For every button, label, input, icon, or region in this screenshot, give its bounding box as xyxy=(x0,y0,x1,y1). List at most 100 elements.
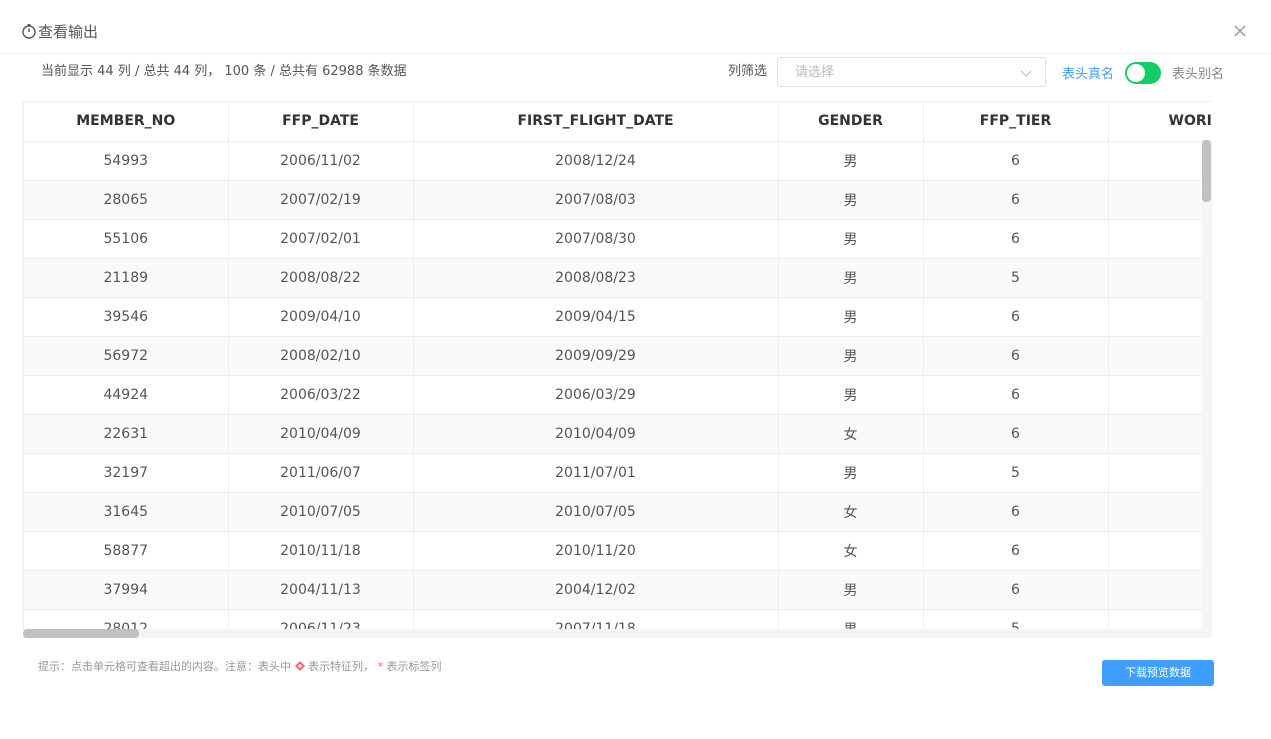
table-cell[interactable]: 2004/11/13 xyxy=(228,570,414,610)
table-cell[interactable]: 6 xyxy=(923,492,1109,532)
table-cell[interactable]: 32197 xyxy=(24,453,229,493)
table-cell[interactable]: 男 xyxy=(778,258,924,298)
table-cell[interactable]: 2011/07/01 xyxy=(413,453,779,493)
table-cell[interactable]: 2006/11/02 xyxy=(228,141,414,181)
table-cell[interactable]: 男 xyxy=(778,141,924,181)
table-cell[interactable]: 6 xyxy=(923,180,1109,220)
table-cell[interactable]: 28065 xyxy=(24,180,229,220)
table-cell[interactable]: 6 xyxy=(923,375,1109,415)
table-cell[interactable]: 2008/02/10 xyxy=(228,336,414,376)
table-cell[interactable]: 56972 xyxy=(24,336,229,376)
table-cell[interactable]: 2010/07/05 xyxy=(228,492,414,532)
table-cell[interactable]: 2010/11/18 xyxy=(228,531,414,571)
column-filter-select[interactable]: 请选择 xyxy=(777,57,1046,87)
table-cell[interactable] xyxy=(1108,336,1212,376)
table-cell[interactable]: 2007/08/03 xyxy=(413,180,779,220)
table-cell[interactable] xyxy=(1108,219,1212,259)
table-cell[interactable]: Los / xyxy=(1108,258,1212,298)
table-cell[interactable]: 37994 xyxy=(24,570,229,610)
vertical-scrollbar-thumb[interactable] xyxy=(1202,140,1211,202)
table-cell[interactable]: 2010/11/20 xyxy=(413,531,779,571)
table-cell[interactable]: 21189 xyxy=(24,258,229,298)
table-cell[interactable]: DR xyxy=(1108,453,1212,493)
table-cell[interactable]: 2006/03/22 xyxy=(228,375,414,415)
table-cell[interactable]: 2009/04/10 xyxy=(228,297,414,337)
table-cell[interactable]: 2007/08/30 xyxy=(413,219,779,259)
table-cell[interactable]: 男 xyxy=(778,219,924,259)
column-header[interactable]: MEMBER_NO xyxy=(24,102,229,142)
table-cell[interactable]: 温 xyxy=(1108,414,1212,454)
table-cell[interactable] xyxy=(1108,141,1212,181)
horizontal-scrollbar-track[interactable] xyxy=(23,629,1202,638)
table-cell[interactable]: 2011/06/07 xyxy=(228,453,414,493)
column-header[interactable]: GENDER xyxy=(778,102,924,142)
table-cell[interactable]: 2008/12/24 xyxy=(413,141,779,181)
table-cell[interactable]: 2004/12/02 xyxy=(413,570,779,610)
download-preview-button[interactable]: 下载预览数据 xyxy=(1102,660,1214,686)
table-cell[interactable]: 男 xyxy=(778,336,924,376)
table-cell[interactable]: 6 xyxy=(923,414,1109,454)
table-cell[interactable]: 31645 xyxy=(24,492,229,532)
table-row: 55106 2007/02/01 2007/08/30 男 6 xyxy=(24,219,1212,259)
column-header[interactable]: FFP_TIER xyxy=(923,102,1109,142)
table-cell[interactable]: 2006/03/29 xyxy=(413,375,779,415)
table-cell[interactable]: 男 xyxy=(778,453,924,493)
table-cell[interactable]: 2009/04/15 xyxy=(413,297,779,337)
header-alias-label[interactable]: 表头别名 xyxy=(1172,66,1224,84)
column-header[interactable]: WORI xyxy=(1108,102,1212,142)
column-header[interactable]: FFP_DATE xyxy=(228,102,414,142)
timer-icon xyxy=(22,24,36,39)
table-cell[interactable] xyxy=(1108,180,1212,220)
table-row: 28065 2007/02/19 2007/08/03 男 6 xyxy=(24,180,1212,220)
table-cell[interactable]: 6 xyxy=(923,141,1109,181)
column-header[interactable]: FIRST_FLIGHT_DATE xyxy=(413,102,779,142)
table-cell[interactable]: P xyxy=(1108,531,1212,571)
table-cell[interactable]: 男 xyxy=(778,375,924,415)
dialog-title: 查看输出 xyxy=(38,23,99,41)
table-cell[interactable]: 39546 xyxy=(24,297,229,337)
table-row: 449242006/03/222006/03/29男6乌鲁 xyxy=(24,375,1212,415)
header-name-toggle[interactable] xyxy=(1125,62,1161,84)
table-cell[interactable]: 5 xyxy=(923,453,1109,493)
table-cell[interactable]: 2008/08/22 xyxy=(228,258,414,298)
table-cell[interactable]: 6 xyxy=(923,570,1109,610)
table-cell[interactable]: 22631 xyxy=(24,414,229,454)
table-cell[interactable]: 2008/08/23 xyxy=(413,258,779,298)
table-cell[interactable]: 54993 xyxy=(24,141,229,181)
table-cell[interactable]: 女 xyxy=(778,531,924,571)
table-cell[interactable]: 乌鲁 xyxy=(1108,375,1212,415)
table-cell[interactable] xyxy=(1108,492,1212,532)
table-cell[interactable]: 2010/04/09 xyxy=(228,414,414,454)
table-cell[interactable]: 女 xyxy=(778,492,924,532)
table-cell[interactable]: 6 xyxy=(923,531,1109,571)
table-cell[interactable] xyxy=(1108,297,1212,337)
table-cell[interactable]: 女 xyxy=(778,414,924,454)
table-cell[interactable]: 58877 xyxy=(24,531,229,571)
table-cell[interactable]: 男 xyxy=(778,297,924,337)
table-cell[interactable]: 2010/07/05 xyxy=(413,492,779,532)
horizontal-scrollbar-thumb[interactable] xyxy=(23,629,139,638)
table-cell[interactable] xyxy=(1108,570,1212,610)
table-cell[interactable]: 44924 xyxy=(24,375,229,415)
table-cell[interactable]: 2009/09/29 xyxy=(413,336,779,376)
table-cell[interactable]: 6 xyxy=(923,336,1109,376)
table-row: 56972 2008/02/10 2009/09/29 男 6 xyxy=(24,336,1212,376)
view-output-dialog: 查看输出 当前显示 44 列 / 总共 44 列， 100 条 / 总共有 62… xyxy=(0,0,1271,739)
table-cell[interactable]: 55106 xyxy=(24,219,229,259)
table-row: 588772010/11/182010/11/20女6P xyxy=(24,531,1212,571)
table-cell[interactable]: 5 xyxy=(923,258,1109,298)
table-cell[interactable]: 6 xyxy=(923,219,1109,259)
table-row: 37994 2004/11/13 2004/12/02 男 6 xyxy=(24,570,1212,610)
table-cell[interactable]: 6 xyxy=(923,297,1109,337)
close-icon[interactable] xyxy=(1231,22,1249,40)
vertical-scrollbar-track[interactable] xyxy=(1202,140,1212,638)
table-cell[interactable]: 男 xyxy=(778,180,924,220)
table-cell[interactable]: 2007/02/01 xyxy=(228,219,414,259)
hint-prefix: 提示：点击单元格可查看超出的内容。注意：表头中 xyxy=(38,660,291,673)
table-cell[interactable]: 男 xyxy=(778,570,924,610)
table-cell[interactable]: 2010/04/09 xyxy=(413,414,779,454)
table-cell[interactable]: 2007/02/19 xyxy=(228,180,414,220)
data-table: MEMBER_NO FFP_DATE FIRST_FLIGHT_DATE GEN… xyxy=(23,101,1212,638)
header-real-name-label[interactable]: 表头真名 xyxy=(1062,66,1114,84)
label-column-star: * xyxy=(377,660,384,673)
